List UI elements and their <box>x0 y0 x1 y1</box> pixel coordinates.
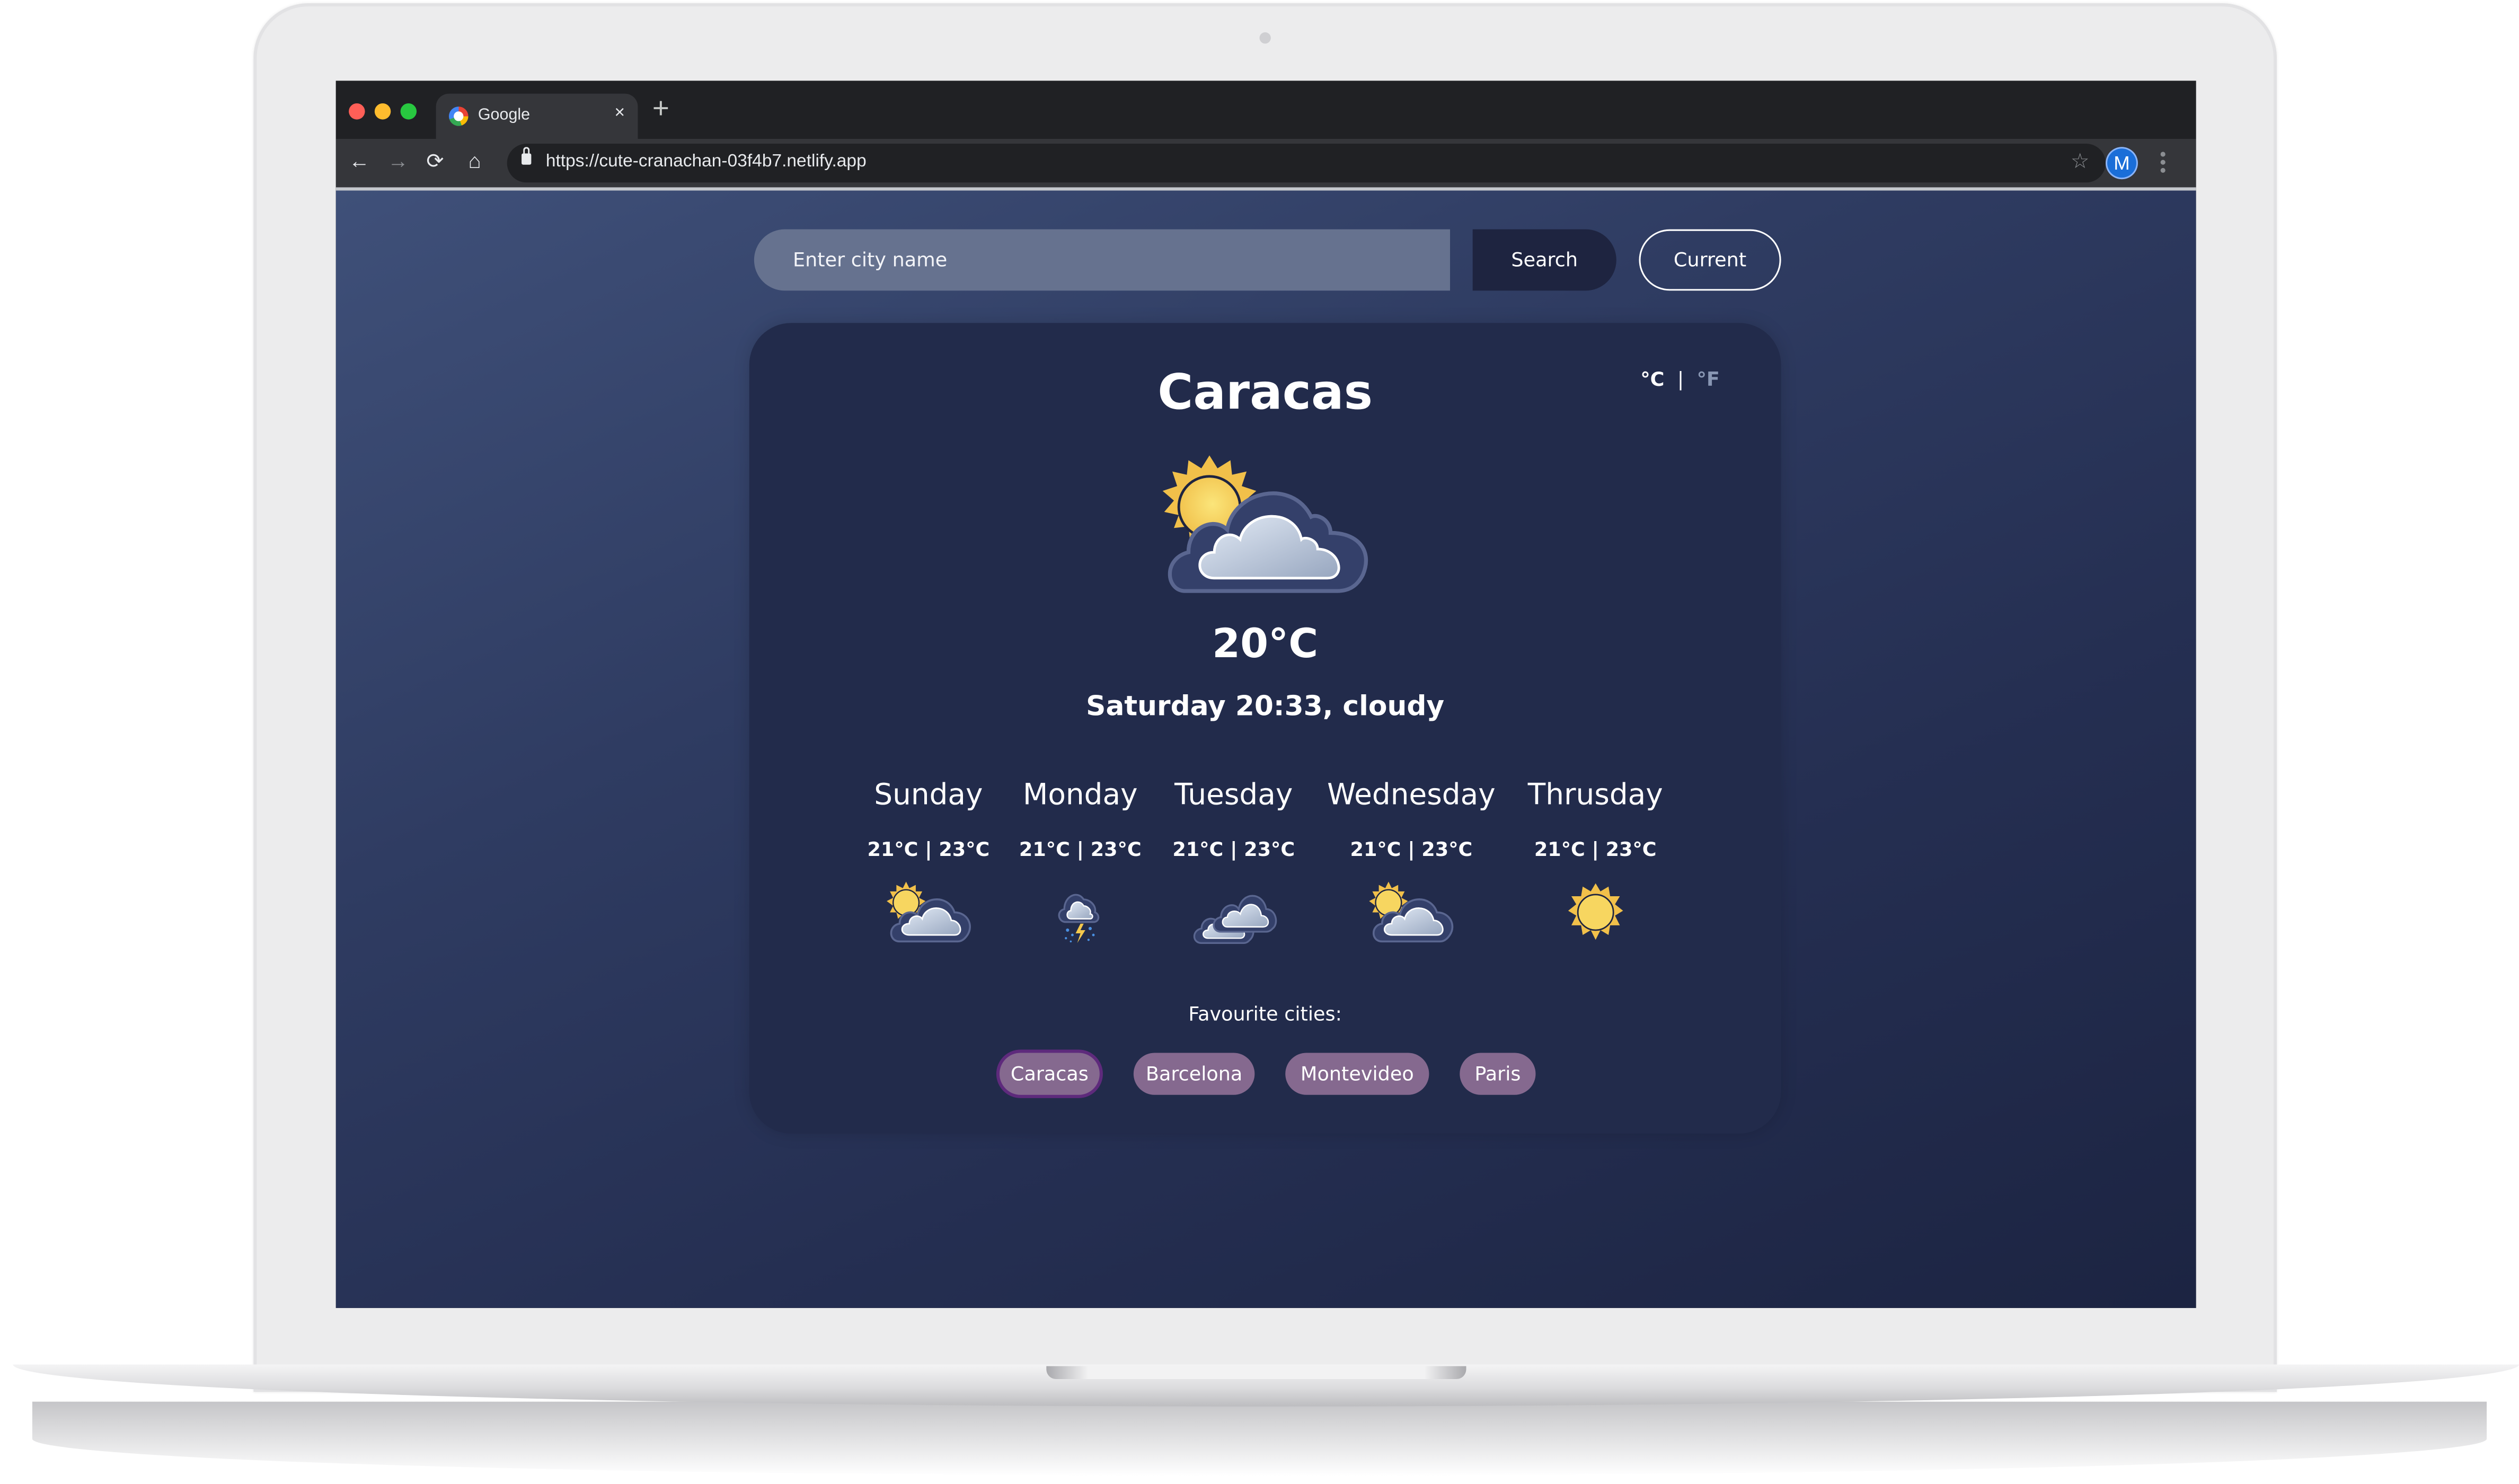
close-window-button[interactable] <box>349 103 365 120</box>
more-menu-icon[interactable] <box>2160 152 2166 176</box>
search-button[interactable]: Search <box>1472 229 1616 291</box>
profile-avatar[interactable]: M <box>2107 148 2136 178</box>
laptop-hinge <box>1046 1366 1466 1379</box>
forecast-day-name: Tuesday <box>1174 778 1293 812</box>
browser-window: Google × + ← → ⟳ ⌂ https://cute-cranacha… <box>335 81 2196 1308</box>
forecast-day: Monday 21°C | 23°C <box>1019 779 1142 951</box>
city-name: Caracas <box>1157 365 1373 422</box>
forecast-day-name: Monday <box>1023 778 1138 812</box>
current-temperature: 20°C <box>1212 620 1319 667</box>
reload-icon[interactable]: ⟳ <box>426 148 444 174</box>
forecast-day-name: Thrusday <box>1527 778 1663 812</box>
forecast-day: Wednesday 21°C | 23°C <box>1327 779 1496 951</box>
forecast-day: Thrusday 21°C | 23°C <box>1528 779 1663 951</box>
partly-cloudy-icon <box>1162 455 1368 593</box>
favourite-city-chip[interactable]: Caracas <box>999 1053 1100 1095</box>
forecast-temps: 21°C | 23°C <box>867 838 990 861</box>
home-icon[interactable]: ⌂ <box>469 148 481 174</box>
tab-title: Google <box>478 107 531 125</box>
tab-close-icon[interactable]: × <box>614 103 625 123</box>
back-arrow-icon[interactable]: ← <box>349 148 370 174</box>
bookmark-star-icon[interactable]: ☆ <box>2071 148 2090 174</box>
lock-icon <box>522 147 532 165</box>
new-tab-plus-icon[interactable]: + <box>652 94 669 123</box>
favourite-city-chip[interactable]: Barcelona <box>1133 1053 1255 1095</box>
weather-card: °C | °F Caracas 20°C Saturday 20:33, clo… <box>749 323 1781 1134</box>
address-bar[interactable]: https://cute-cranachan-03f4b7.netlify.ap… <box>507 144 2106 183</box>
tab-bar: Google × + <box>335 81 2196 139</box>
favourite-cities-label: Favourite cities: <box>1188 1003 1342 1026</box>
favourite-city-chip[interactable]: Montevideo <box>1285 1053 1429 1095</box>
partly-cloudy-icon <box>1369 881 1454 943</box>
forward-arrow-icon[interactable]: → <box>387 148 409 174</box>
thunderstorm-icon <box>1058 894 1099 943</box>
webcam <box>1259 32 1271 44</box>
url-text[interactable]: https://cute-cranachan-03f4b7.netlify.ap… <box>546 152 867 171</box>
forecast-day: Tuesday 21°C | 23°C <box>1172 779 1295 951</box>
forecast-day-name: Sunday <box>874 778 983 812</box>
browser-tab[interactable]: Google × <box>436 93 638 139</box>
favourite-city-chip[interactable]: Paris <box>1460 1053 1536 1095</box>
partly-cloudy-icon <box>886 881 971 943</box>
laptop-shadow <box>32 1401 2487 1476</box>
forecast-temps: 21°C | 23°C <box>1350 838 1473 861</box>
forecast-day-name: Wednesday <box>1327 778 1496 812</box>
sunny-icon <box>1568 883 1623 940</box>
laptop-mockup: Google × + ← → ⟳ ⌂ https://cute-cranacha… <box>0 0 2519 1484</box>
maximize-window-button[interactable] <box>400 103 417 120</box>
weather-description: Saturday 20:33, cloudy <box>1086 691 1445 723</box>
city-search-input[interactable] <box>754 229 1451 291</box>
forecast-day: Sunday 21°C | 23°C <box>867 778 990 951</box>
google-favicon-icon <box>449 107 469 126</box>
cloudy-icon <box>1193 895 1277 944</box>
weather-app-page: Search Current °C|°F Caracas <box>335 187 2196 1308</box>
minimize-window-button[interactable] <box>374 103 391 120</box>
forecast-temps: 21°C | 23°C <box>1534 838 1657 861</box>
forecast-temps: 21°C | 23°C <box>1172 838 1295 861</box>
current-location-button[interactable]: Current <box>1639 229 1781 291</box>
forecast-temps: 21°C | 23°C <box>1019 838 1142 861</box>
browser-toolbar: ← → ⟳ ⌂ https://cute-cranachan-03f4b7.ne… <box>335 139 2196 188</box>
